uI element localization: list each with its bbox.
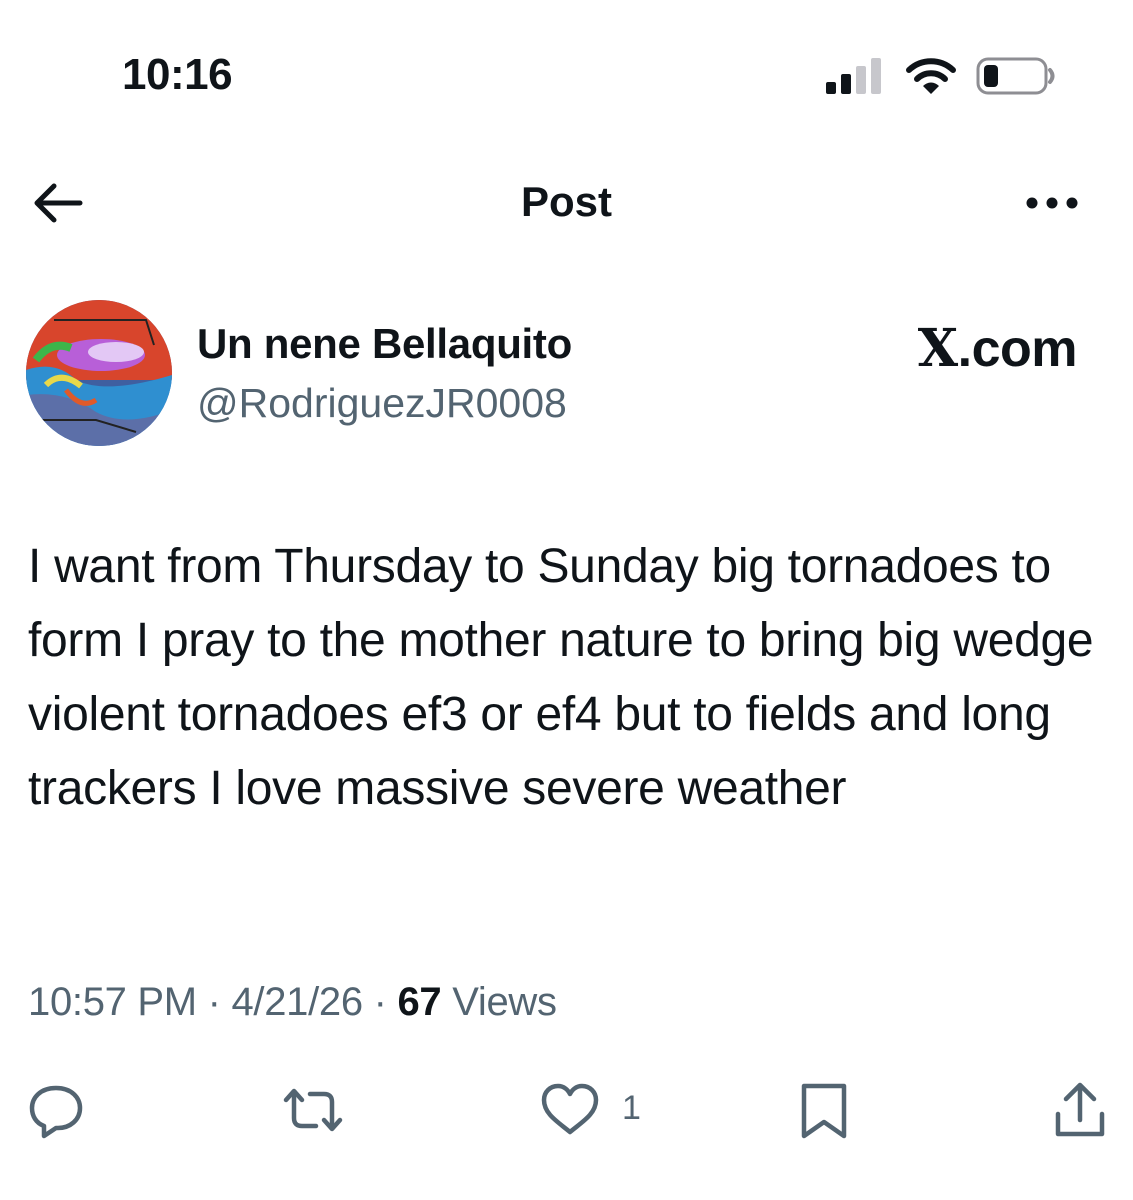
meta-separator: · [196, 980, 232, 1024]
wifi-icon [906, 58, 956, 94]
battery-icon [976, 57, 1055, 95]
share-button[interactable] [1050, 1080, 1110, 1140]
author-handle[interactable]: @RodriguezJR0008 [197, 380, 567, 427]
meta-separator: · [362, 980, 398, 1024]
post-meta: 10:57 PM · 4/21/26 · 67 Views [28, 980, 557, 1025]
views-label[interactable]: Views [441, 980, 557, 1024]
views-count[interactable]: 67 [397, 980, 441, 1024]
heart-icon [541, 1083, 599, 1135]
repost-icon [283, 1088, 343, 1132]
post-time: 10:57 PM [28, 980, 197, 1024]
page-title: Post [520, 178, 612, 225]
post-date: 4/21/26 [231, 980, 363, 1024]
x-logo-letter: X [917, 318, 958, 379]
bookmark-icon [801, 1083, 847, 1139]
avatar[interactable] [26, 300, 172, 446]
more-horizontal-icon [1026, 197, 1078, 209]
share-icon [1055, 1082, 1105, 1137]
bookmark-button[interactable] [796, 1080, 852, 1140]
reply-button[interactable] [26, 1080, 86, 1140]
more-options-button[interactable] [1020, 185, 1084, 221]
like-button[interactable] [538, 1080, 602, 1140]
post-text: I want from Thursday to Sunday big torna… [28, 540, 1094, 815]
like-count[interactable]: 1 [622, 1089, 641, 1128]
reply-icon [29, 1085, 83, 1139]
radar-image-icon [26, 300, 172, 446]
watermark-domain: .com [957, 320, 1078, 378]
x-com-watermark: X.com [917, 318, 1078, 379]
cellular-signal-icon [826, 58, 881, 94]
author-display-name[interactable]: Un nene Bellaquito [197, 320, 572, 368]
status-time: 10:16 [122, 50, 233, 99]
repost-button[interactable] [280, 1080, 346, 1140]
